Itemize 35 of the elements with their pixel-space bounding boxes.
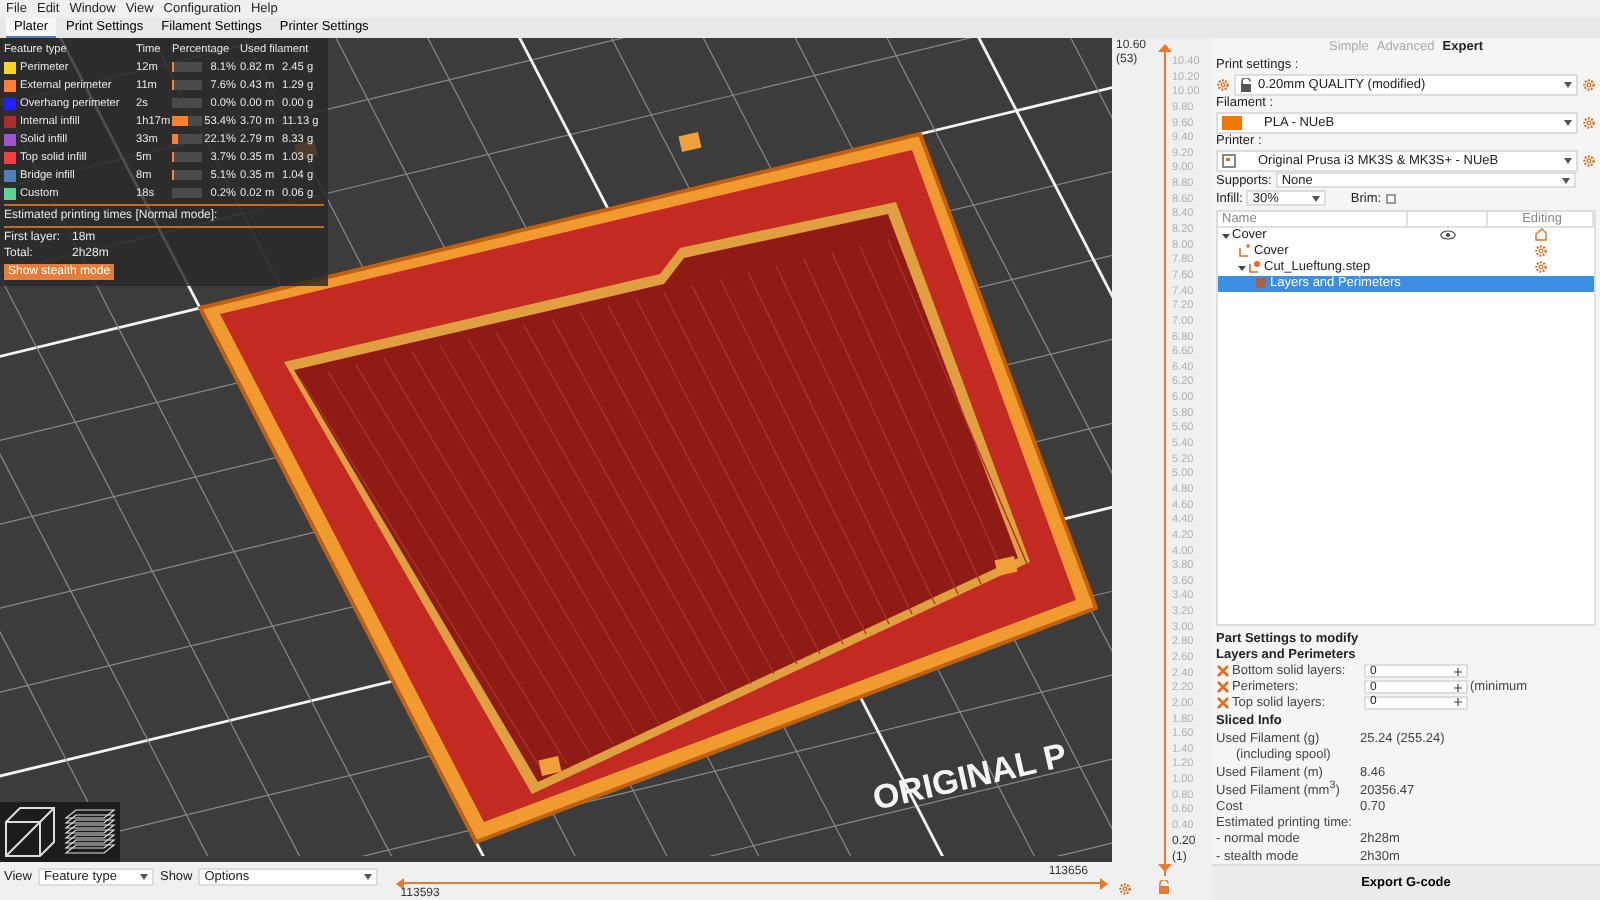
caret-icon	[139, 874, 148, 880]
slider-handle-icon[interactable]	[1100, 878, 1108, 890]
delete-icon[interactable]	[1216, 664, 1230, 679]
plus-icon[interactable]	[1454, 698, 1462, 707]
delete-icon[interactable]	[1216, 680, 1230, 695]
bed-label: ORIGINAL P	[869, 736, 1071, 818]
modifier-icon	[1248, 260, 1262, 275]
caret-icon	[1564, 81, 1572, 88]
caret-icon	[1312, 195, 1321, 202]
caret-icon	[364, 874, 373, 880]
percentage-track	[172, 98, 202, 108]
printer-icon	[1222, 153, 1236, 168]
gear-icon[interactable]	[1118, 882, 1132, 896]
part-icon	[1238, 244, 1252, 259]
slider-handle-icon[interactable]	[1157, 44, 1171, 52]
eye-icon[interactable]	[1440, 230, 1456, 241]
gear-icon[interactable]	[1582, 77, 1596, 92]
lock-icon[interactable]	[1158, 880, 1170, 894]
caret-icon	[1564, 119, 1572, 126]
gear-icon[interactable]	[1582, 153, 1596, 168]
expand-arrow-icon[interactable]	[1238, 263, 1246, 272]
plus-icon[interactable]	[1454, 667, 1462, 676]
brim-checkbox[interactable]	[1385, 193, 1396, 204]
delete-icon[interactable]	[1216, 695, 1230, 710]
3d-viewport[interactable]	[0, 38, 1112, 862]
cube-icon[interactable]	[0, 802, 60, 862]
lock-icon	[1240, 77, 1252, 92]
slider-handle-icon[interactable]	[396, 878, 405, 890]
gear-icon[interactable]	[1216, 77, 1230, 92]
caret-icon	[1561, 177, 1570, 184]
slider-handle-icon[interactable]	[1157, 864, 1171, 872]
plus-icon[interactable]	[1454, 683, 1462, 692]
expand-arrow-icon[interactable]	[1222, 231, 1230, 240]
gear-icon[interactable]	[1582, 115, 1596, 130]
caret-icon	[1564, 157, 1572, 164]
